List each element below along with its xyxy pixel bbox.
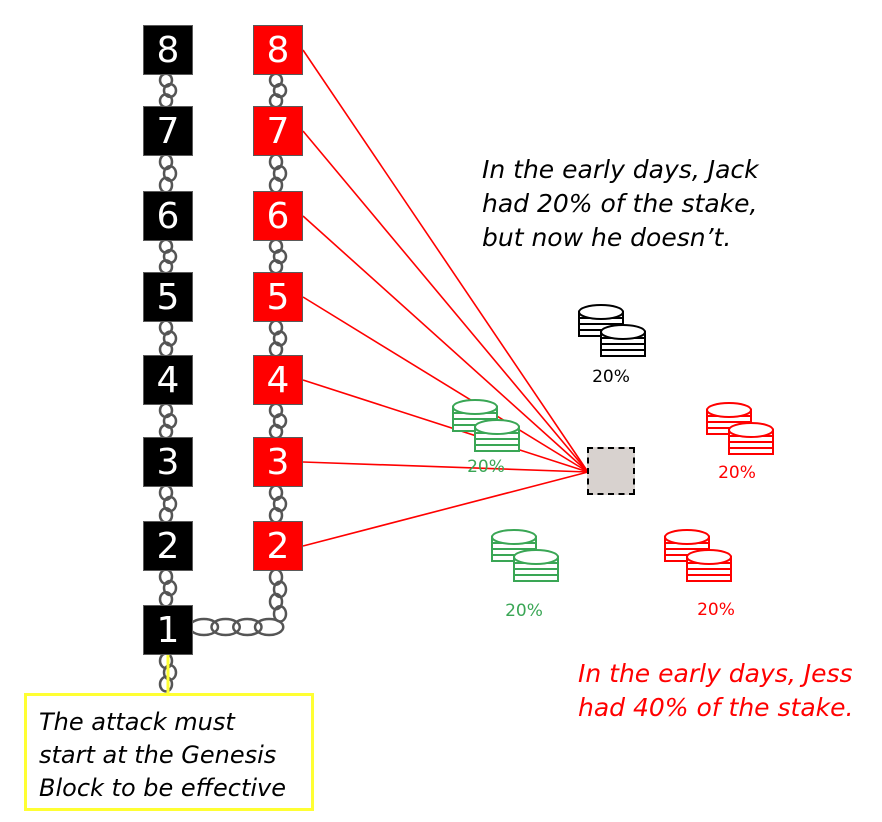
- attack-block: 5: [253, 272, 303, 322]
- chain-link-icon: [158, 484, 178, 524]
- attack-link-line: [302, 461, 589, 473]
- attack-block: 6: [253, 191, 303, 241]
- chain-link-icon: [268, 319, 288, 358]
- chain-link-icon: [268, 402, 288, 440]
- chain-link-icon: [158, 72, 178, 109]
- coin-stack-icon: [452, 399, 520, 452]
- chain-link-icon: [268, 238, 288, 275]
- green-top-stake-label: 20%: [467, 457, 505, 477]
- honest-block: 6: [143, 191, 193, 241]
- red-bottom-stake-label: 20%: [697, 600, 735, 620]
- honest-block: 8: [143, 25, 193, 75]
- coin-stack-icon: [706, 402, 774, 455]
- chain-link-icon: [268, 153, 288, 194]
- coin-stack-icon: [491, 529, 559, 582]
- honest-block: 3: [143, 437, 193, 487]
- chain-link-icon: [188, 617, 285, 637]
- attack-link-line: [302, 379, 589, 473]
- attack-block: 4: [253, 355, 303, 405]
- coin-stack-icon: [664, 529, 732, 582]
- attack-block: 2: [253, 521, 303, 571]
- chain-link-icon: [268, 484, 288, 524]
- jess-note: In the early days, Jess had 40% of the s…: [578, 659, 854, 722]
- chain-link-icon: [268, 72, 288, 109]
- honest-block: 5: [143, 272, 193, 322]
- genesis-callout: The attack must start at the Genesis Blo…: [24, 693, 314, 811]
- green-bottom-stake-label: 20%: [505, 601, 543, 621]
- chain-link-icon: [158, 319, 178, 358]
- attack-link-line: [302, 471, 589, 547]
- validator-icon: [587, 447, 635, 495]
- chain-link-icon: [158, 238, 178, 275]
- honest-block: 1: [143, 605, 193, 655]
- honest-block: 2: [143, 521, 193, 571]
- chain-link-icon: [158, 402, 178, 440]
- attack-link-line: [302, 49, 589, 473]
- chain-link-icon: [158, 568, 178, 608]
- honest-block: 4: [143, 355, 193, 405]
- chain-link-icon: [158, 153, 178, 194]
- red-top-stake-label: 20%: [718, 463, 756, 483]
- attack-link-line: [302, 296, 589, 473]
- honest-block: 7: [143, 106, 193, 156]
- attack-block: 3: [253, 437, 303, 487]
- diagram: 1 2 3 4 5 6 7 8 2 3 4 5 6 7 8 In the early days, Jack…: [0, 0, 882, 822]
- attack-block: 7: [253, 106, 303, 156]
- jack-note: In the early days, Jack had 20% of the s…: [482, 155, 759, 252]
- coin-stack-icon: [578, 304, 646, 357]
- attack-block: 8: [253, 25, 303, 75]
- jack-stake-label: 20%: [592, 367, 630, 387]
- chain-link-icon: [268, 568, 288, 623]
